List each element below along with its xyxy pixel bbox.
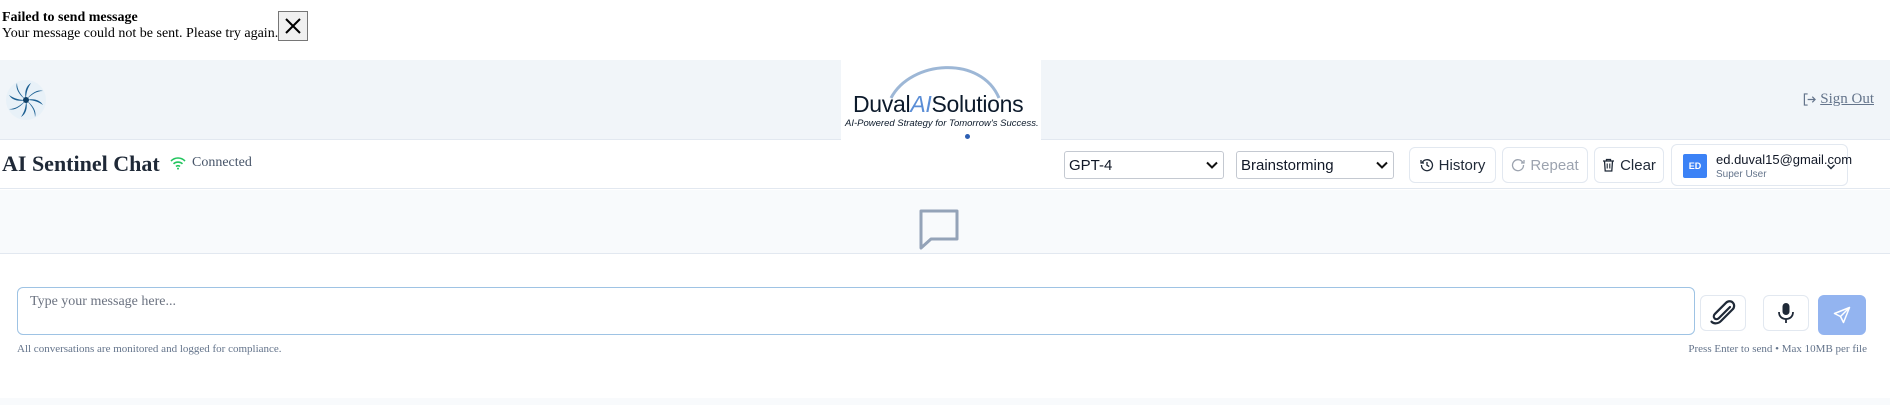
sign-out-link[interactable]: Sign Out — [1803, 91, 1874, 108]
toast-title: Failed to send message — [2, 10, 138, 25]
history-button[interactable]: History — [1409, 147, 1496, 183]
app-logo[interactable] — [4, 78, 48, 122]
message-composer: All conversations are monitored and logg… — [0, 255, 1890, 405]
brand-logo: DuvalAISolutions AI-Powered Strategy for… — [841, 60, 1041, 140]
toast-close-button[interactable] — [278, 11, 308, 41]
clear-label: Clear — [1620, 156, 1656, 174]
trash-icon — [1603, 158, 1615, 172]
close-icon — [285, 18, 301, 34]
mode-select-value: Brainstorming — [1241, 156, 1334, 174]
toast-description: Your message could not be sent. Please t… — [2, 26, 279, 41]
chevron-down-icon — [1827, 164, 1835, 170]
send-hint: Press Enter to send • Max 10MB per file — [1688, 343, 1867, 355]
model-select-value: GPT-4 — [1069, 156, 1113, 174]
compliance-notice: All conversations are monitored and logg… — [17, 343, 282, 355]
avatar: ED — [1683, 154, 1707, 178]
brand-name: DuvalAISolutions — [853, 91, 1024, 117]
repeat-button[interactable]: Repeat — [1502, 147, 1588, 183]
send-icon — [1833, 306, 1851, 324]
user-role: Super User — [1716, 169, 1767, 180]
chat-toolbar: AI Sentinel Chat Connected GPT-4 Brainst… — [0, 141, 1890, 189]
connection-status-label: Connected — [192, 155, 252, 170]
user-menu-chevron — [1825, 160, 1837, 178]
history-label: History — [1438, 156, 1486, 174]
brand-dot — [965, 134, 970, 139]
sign-out-icon — [1804, 93, 1817, 106]
history-icon — [1420, 159, 1433, 172]
messages-area — [0, 190, 1890, 254]
app-header: DuvalAISolutions AI-Powered Strategy for… — [0, 60, 1890, 140]
chevron-down-icon — [1206, 161, 1218, 169]
page-title: AI Sentinel Chat — [2, 151, 160, 176]
sign-out-label: Sign Out — [1820, 91, 1874, 107]
chevron-down-icon — [1376, 161, 1388, 169]
microphone-button[interactable] — [1763, 295, 1809, 331]
spiral-logo-icon — [6, 80, 46, 120]
brand-tagline: AI-Powered Strategy for Tomorrow's Succe… — [845, 118, 1039, 129]
microphone-icon — [1778, 303, 1794, 323]
user-menu[interactable]: ED ed.duval15@gmail.com Super User — [1671, 144, 1852, 186]
paperclip-icon — [1710, 300, 1736, 325]
connection-status: Connected — [170, 155, 252, 171]
mode-select[interactable]: Brainstorming — [1236, 151, 1394, 179]
clear-button[interactable]: Clear — [1594, 147, 1664, 183]
attach-button[interactable] — [1700, 295, 1746, 331]
repeat-label: Repeat — [1530, 156, 1579, 174]
chat-bubble-icon — [919, 209, 959, 250]
send-button[interactable] — [1818, 295, 1866, 335]
message-input[interactable] — [17, 287, 1695, 335]
model-select[interactable]: GPT-4 — [1064, 151, 1224, 179]
wifi-icon — [170, 157, 186, 170]
bottom-strip — [0, 398, 1890, 405]
repeat-icon — [1512, 159, 1525, 172]
